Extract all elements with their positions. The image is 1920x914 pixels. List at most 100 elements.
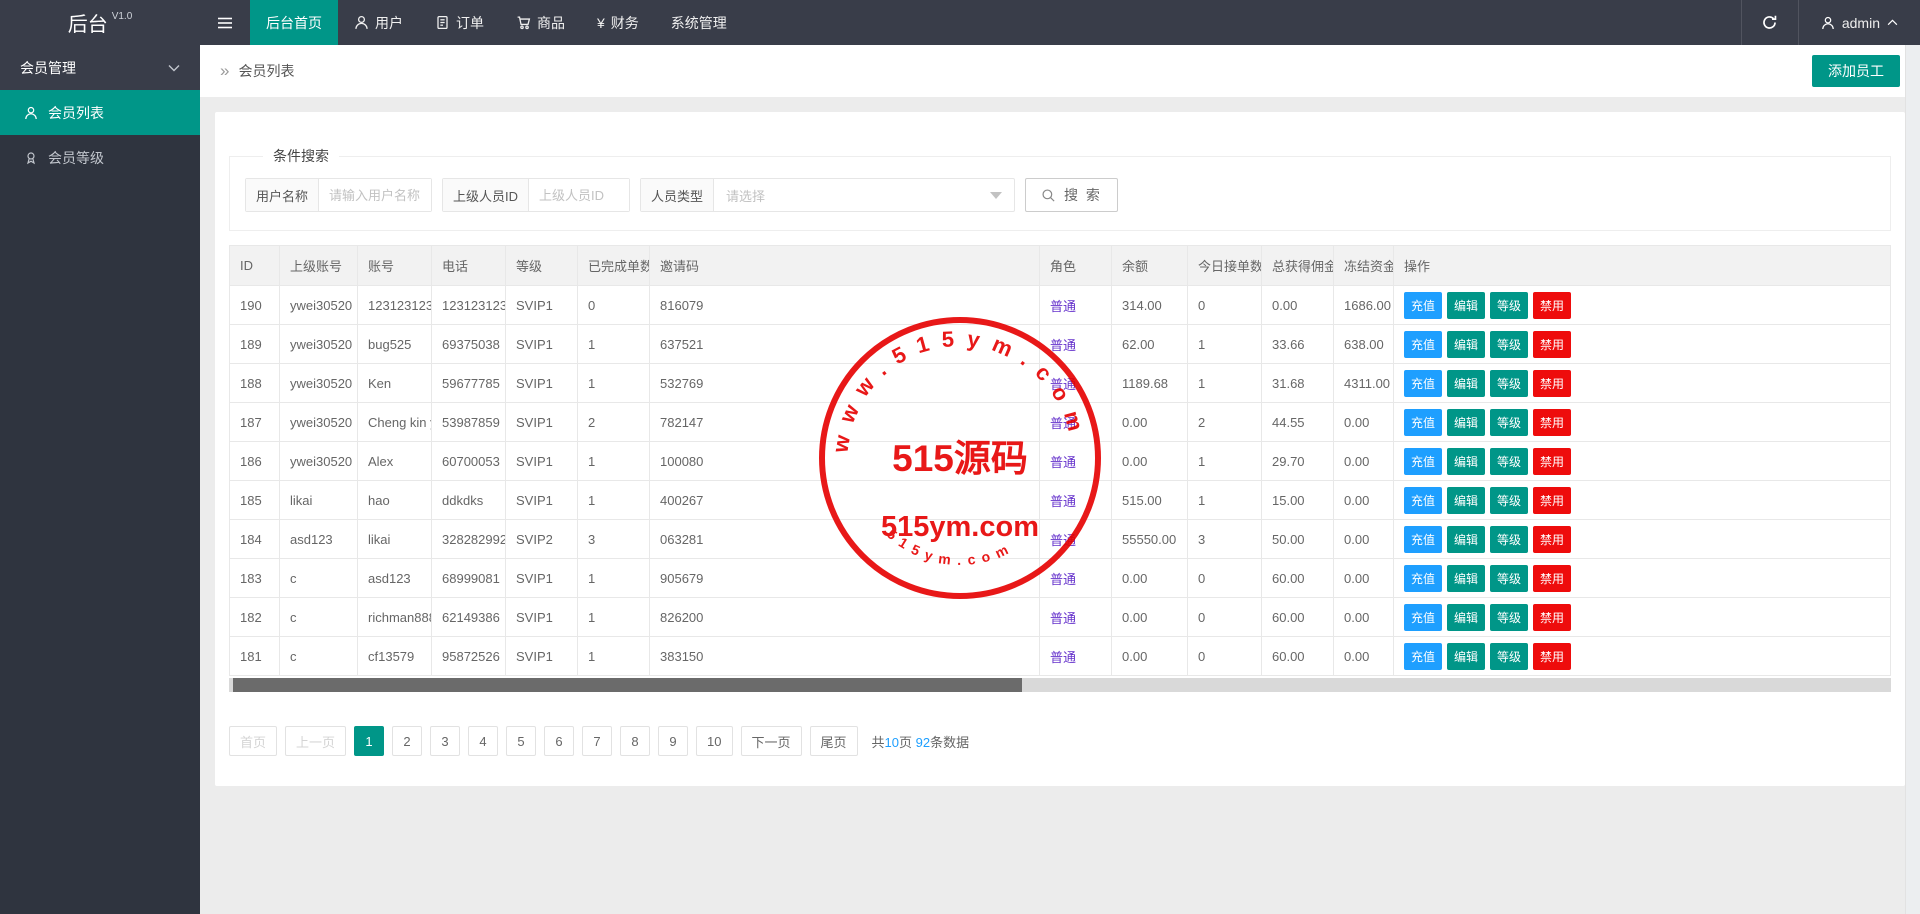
role-link[interactable]: 普通 xyxy=(1050,611,1076,626)
level-button[interactable]: 等级 xyxy=(1490,643,1528,670)
tab-dashboard[interactable]: 后台首页 xyxy=(250,0,338,45)
sidebar-item-member-list[interactable]: 会员列表 xyxy=(0,90,200,135)
page-button-4[interactable]: 4 xyxy=(468,726,498,756)
edit-button[interactable]: 编辑 xyxy=(1447,643,1485,670)
level-button[interactable]: 等级 xyxy=(1490,565,1528,592)
cell-parent_account: ywei30520 xyxy=(280,325,358,364)
level-button[interactable]: 等级 xyxy=(1490,487,1528,514)
role-link[interactable]: 普通 xyxy=(1050,416,1076,431)
disable-button[interactable]: 禁用 xyxy=(1533,370,1571,397)
edit-button[interactable]: 编辑 xyxy=(1447,409,1485,436)
level-button[interactable]: 等级 xyxy=(1490,370,1528,397)
page-button-7[interactable]: 7 xyxy=(582,726,612,756)
recharge-button[interactable]: 充值 xyxy=(1404,448,1442,475)
sidebar-item-member-level[interactable]: 会员等级 xyxy=(0,135,200,180)
page-button-6[interactable]: 6 xyxy=(544,726,574,756)
disable-button[interactable]: 禁用 xyxy=(1533,565,1571,592)
tab-orders[interactable]: 订单 xyxy=(419,0,500,45)
horizontal-scrollbar[interactable] xyxy=(229,678,1891,692)
person-type-select[interactable]: 请选择 xyxy=(714,179,1014,211)
tab-goods[interactable]: 商品 xyxy=(500,0,581,45)
cell-phone: 62149386 xyxy=(432,598,506,637)
recharge-button[interactable]: 充值 xyxy=(1404,643,1442,670)
recharge-button[interactable]: 充值 xyxy=(1404,604,1442,631)
add-staff-button[interactable]: 添加员工 xyxy=(1812,55,1900,87)
page-button-1[interactable]: 1 xyxy=(354,726,384,756)
chevron-down-icon xyxy=(168,64,180,72)
recharge-button[interactable]: 充值 xyxy=(1404,292,1442,319)
cell-level: SVIP1 xyxy=(506,364,578,403)
cell-phone: 32828299292 xyxy=(432,520,506,559)
last-page-button[interactable]: 尾页 xyxy=(810,726,858,756)
edit-button[interactable]: 编辑 xyxy=(1447,487,1485,514)
disable-button[interactable]: 禁用 xyxy=(1533,643,1571,670)
parent-id-input[interactable] xyxy=(529,179,629,211)
level-button[interactable]: 等级 xyxy=(1490,448,1528,475)
tab-system[interactable]: 系统管理 xyxy=(655,0,743,45)
role-link[interactable]: 普通 xyxy=(1050,572,1076,587)
recharge-button[interactable]: 充值 xyxy=(1404,331,1442,358)
search-button[interactable]: 搜 索 xyxy=(1025,178,1118,212)
edit-button[interactable]: 编辑 xyxy=(1447,292,1485,319)
recharge-button[interactable]: 充值 xyxy=(1404,565,1442,592)
disable-button[interactable]: 禁用 xyxy=(1533,409,1571,436)
table-row: 187ywei30520Cheng kin yu53987859SVIP1278… xyxy=(230,403,1891,442)
select-arrow-icon xyxy=(990,192,1002,199)
role-link[interactable]: 普通 xyxy=(1050,494,1076,509)
recharge-button[interactable]: 充值 xyxy=(1404,409,1442,436)
disable-button[interactable]: 禁用 xyxy=(1533,604,1571,631)
cell-actions: 充值编辑等级禁用 xyxy=(1394,403,1891,442)
role-link[interactable]: 普通 xyxy=(1050,455,1076,470)
disable-button[interactable]: 禁用 xyxy=(1533,292,1571,319)
role-link[interactable]: 普通 xyxy=(1050,533,1076,548)
edit-button[interactable]: 编辑 xyxy=(1447,526,1485,553)
recharge-button[interactable]: 充值 xyxy=(1404,526,1442,553)
role-link[interactable]: 普通 xyxy=(1050,377,1076,392)
role-link[interactable]: 普通 xyxy=(1050,650,1076,665)
role-link[interactable]: 普通 xyxy=(1050,299,1076,314)
cell-balance: 0.00 xyxy=(1112,598,1188,637)
edit-button[interactable]: 编辑 xyxy=(1447,565,1485,592)
level-button[interactable]: 等级 xyxy=(1490,331,1528,358)
level-button[interactable]: 等级 xyxy=(1490,292,1528,319)
user-menu[interactable]: admin xyxy=(1799,0,1920,45)
edit-button[interactable]: 编辑 xyxy=(1447,370,1485,397)
disable-button[interactable]: 禁用 xyxy=(1533,448,1571,475)
refresh-button[interactable] xyxy=(1742,0,1798,45)
level-button[interactable]: 等级 xyxy=(1490,409,1528,436)
cell-phone: 95872526 xyxy=(432,637,506,676)
page-button-5[interactable]: 5 xyxy=(506,726,536,756)
edit-button[interactable]: 编辑 xyxy=(1447,448,1485,475)
disable-button[interactable]: 禁用 xyxy=(1533,526,1571,553)
cell-completed_orders: 2 xyxy=(578,403,650,442)
disable-button[interactable]: 禁用 xyxy=(1533,487,1571,514)
page-button-2[interactable]: 2 xyxy=(392,726,422,756)
prev-page-button[interactable]: 上一页 xyxy=(285,726,346,756)
role-link[interactable]: 普通 xyxy=(1050,338,1076,353)
column-header-0: ID xyxy=(230,246,280,286)
page-button-8[interactable]: 8 xyxy=(620,726,650,756)
next-page-button[interactable]: 下一页 xyxy=(741,726,802,756)
recharge-button[interactable]: 充值 xyxy=(1404,370,1442,397)
username-input[interactable] xyxy=(319,179,431,211)
page-button-9[interactable]: 9 xyxy=(658,726,688,756)
cell-frozen_funds: 0.00 xyxy=(1334,559,1394,598)
edit-button[interactable]: 编辑 xyxy=(1447,331,1485,358)
disable-button[interactable]: 禁用 xyxy=(1533,331,1571,358)
page-button-3[interactable]: 3 xyxy=(430,726,460,756)
first-page-button[interactable]: 首页 xyxy=(229,726,277,756)
recharge-button[interactable]: 充值 xyxy=(1404,487,1442,514)
page-button-10[interactable]: 10 xyxy=(696,726,732,756)
level-button[interactable]: 等级 xyxy=(1490,604,1528,631)
sidebar-group-member-management[interactable]: 会员管理 xyxy=(0,45,200,90)
edit-button[interactable]: 编辑 xyxy=(1447,604,1485,631)
cell-account: richman888 xyxy=(358,598,432,637)
level-button[interactable]: 等级 xyxy=(1490,526,1528,553)
tab-users[interactable]: 用户 xyxy=(338,0,419,45)
cell-parent_account: c xyxy=(280,559,358,598)
scrollbar-thumb[interactable] xyxy=(233,678,1022,692)
column-header-11: 冻结资金 xyxy=(1334,246,1394,286)
tab-finance[interactable]: ¥ 财务 xyxy=(581,0,655,45)
vertical-scrollbar[interactable] xyxy=(1905,45,1920,914)
collapse-menu-button[interactable] xyxy=(200,0,250,45)
